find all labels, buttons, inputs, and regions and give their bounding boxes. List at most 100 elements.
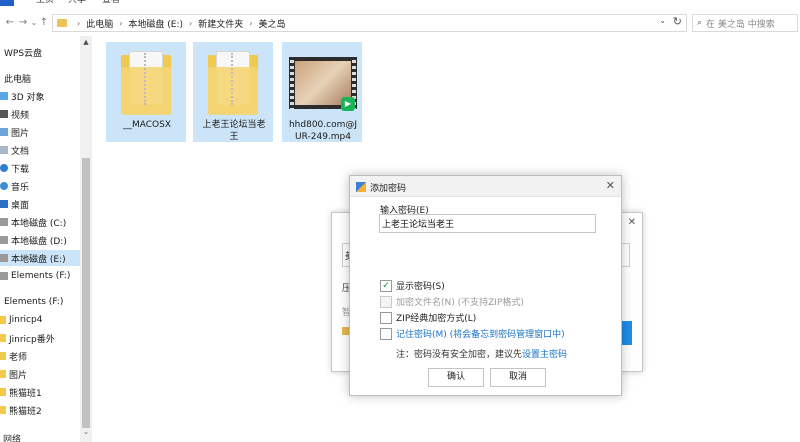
sidebar-item-drive-e[interactable]: 本地磁盘 (E:) (0, 250, 80, 266)
sidebar-item-pictures-f[interactable]: 图片 (0, 366, 27, 382)
set-master-password-link[interactable]: 设置主密码 (522, 350, 567, 360)
option-label: 记住密码(M) (将会备忘到密码管理窗口中) (396, 330, 565, 340)
file-tile-laowang[interactable]: 上老王论坛当老 王 (193, 42, 273, 142)
sidebar-item-panda1[interactable]: 熊猫班1 (0, 384, 42, 400)
drive-icon (0, 272, 8, 280)
refresh-icon[interactable]: ↻ (673, 15, 682, 28)
folder-icon (0, 316, 6, 324)
zip-folder-icon (194, 47, 274, 119)
breadcrumb-this-pc[interactable]: 此电脑 (86, 17, 113, 30)
file-tile-video[interactable]: ▶ hhd800.com@J UR-249.mp4 (282, 42, 362, 142)
dialog-title: 添加密码 (370, 184, 407, 194)
scroll-up-icon[interactable]: ▲ (81, 38, 91, 46)
back-icon[interactable]: ← (4, 16, 16, 30)
sidebar-item-3d-objects[interactable]: 3D 对象 (0, 88, 45, 104)
password-input[interactable] (379, 214, 596, 233)
sidebar-item-downloads[interactable]: 下载 (0, 160, 29, 176)
drive-icon (0, 218, 8, 226)
chevron-right-icon: › (119, 18, 123, 28)
add-password-dialog: 添加密码 ✕ 输入密码(E) ✓ 显示密码(S) 加密文件名(N) (不支持ZI… (349, 175, 622, 396)
folder-icon (57, 19, 67, 27)
zip-folder-icon (107, 47, 187, 119)
file-name: __MACOSX (122, 120, 171, 130)
file-tab[interactable] (0, 0, 14, 6)
chevron-down-icon[interactable]: ⌄ (659, 16, 666, 25)
search-icon: ⌕ (697, 18, 703, 28)
address-bar[interactable]: › 此电脑 › 本地磁盘 (E:) › 新建文件夹 › 美之岛 ⌄ ↻ (52, 14, 687, 32)
breadcrumb-new-folder[interactable]: 新建文件夹 (198, 17, 243, 30)
close-icon[interactable]: ✕ (628, 217, 636, 228)
search-input[interactable]: ⌕ 在 美之岛 中搜索 (692, 14, 798, 32)
video-thumbnail-icon: ▶ (283, 47, 363, 119)
sidebar-item-desktop[interactable]: 桌面 (0, 196, 29, 212)
option-label: 显示密码(S) (396, 282, 445, 292)
cancel-button[interactable]: 取消 (490, 368, 546, 387)
sidebar-item-videos[interactable]: 视频 (0, 106, 29, 122)
zip-classic-option[interactable]: ZIP经典加密方式(L) (380, 311, 476, 324)
folder-icon (0, 370, 6, 378)
search-placeholder: 在 美之岛 中搜索 (706, 19, 775, 30)
chevron-right-icon: › (77, 18, 81, 28)
ok-button[interactable]: 确认 (428, 368, 484, 387)
sidebar-item-drive-d[interactable]: 本地磁盘 (D:) (0, 232, 67, 248)
sidebar-item-jinricp4[interactable]: Jinricp4 (0, 312, 42, 328)
close-icon[interactable]: ✕ (606, 179, 615, 192)
up-icon[interactable]: ↑ (38, 16, 50, 30)
tab-home[interactable]: 主页 (36, 0, 54, 5)
sidebar-item-panda2[interactable]: 熊猫班2 (0, 402, 42, 418)
folder-icon (0, 334, 6, 342)
start-button[interactable] (622, 321, 632, 345)
folder-icon (0, 406, 6, 414)
folder-icon (0, 352, 6, 360)
show-password-option[interactable]: ✓ 显示密码(S) (380, 279, 445, 292)
breadcrumb-current[interactable]: 美之岛 (258, 17, 285, 30)
app-icon (356, 182, 366, 192)
music-icon (0, 182, 8, 190)
desktop-icon (0, 200, 8, 208)
dialog-titlebar: 添加密码 ✕ (350, 176, 621, 197)
navigation-pane: WPS云盘 此电脑 3D 对象 视频 图片 文档 下载 音乐 桌面 本地磁盘 (… (0, 36, 92, 442)
remember-password-option[interactable]: 记住密码(M) (将会备忘到密码管理窗口中) (380, 327, 565, 340)
option-label: ZIP经典加密方式(L) (396, 314, 477, 324)
encrypt-filenames-option: 加密文件名(N) (不支持ZIP格式) (380, 295, 524, 308)
show-password-checkbox[interactable]: ✓ (380, 279, 392, 292)
file-name: 上老王论坛当老 王 (202, 120, 266, 142)
tab-share[interactable]: 共享 (68, 0, 86, 5)
sidebar-item-jinricp-extra[interactable]: Jinricp番外 (0, 330, 55, 346)
security-note: 注：密码没有安全加密，建议先设置主密码 (396, 350, 568, 360)
option-label: 加密文件名(N) (不支持ZIP格式) (396, 298, 524, 308)
ribbon: 主页 共享 查看 (0, 0, 800, 6)
folder-icon (0, 388, 6, 396)
encrypt-filenames-checkbox (380, 295, 392, 308)
zip-classic-checkbox[interactable] (380, 311, 392, 324)
picture-icon (0, 128, 8, 136)
sidebar-item-elements-f-root[interactable]: Elements (F:) (4, 294, 63, 310)
film-icon (0, 110, 8, 118)
document-icon (0, 146, 8, 154)
chevron-right-icon: › (189, 18, 193, 28)
cube-icon (0, 92, 8, 100)
download-icon (0, 164, 8, 172)
breadcrumb-drive-e[interactable]: 本地磁盘 (E:) (128, 17, 183, 30)
drive-icon (0, 254, 8, 262)
remember-password-checkbox[interactable] (380, 327, 392, 340)
sidebar-item-documents[interactable]: 文档 (0, 142, 29, 158)
sidebar-item-pictures[interactable]: 图片 (0, 124, 29, 140)
sidebar-item-elements-f[interactable]: Elements (F:) (0, 268, 70, 284)
scroll-down-icon[interactable]: ⌄ (81, 428, 91, 436)
sidebar-item-network[interactable]: 网络 (3, 432, 21, 442)
sidebar-item-this-pc[interactable]: 此电脑 (4, 70, 31, 86)
file-name: hhd800.com@J UR-249.mp4 (288, 120, 358, 142)
file-tile-macosx[interactable]: __MACOSX (106, 42, 186, 142)
sidebar-item-drive-c[interactable]: 本地磁盘 (C:) (0, 214, 66, 230)
address-row: ← → ⌄ ↑ › 此电脑 › 本地磁盘 (E:) › 新建文件夹 › 美之岛 … (0, 12, 800, 34)
sidebar-item-wps-cloud[interactable]: WPS云盘 (4, 44, 42, 60)
scrollbar-thumb[interactable] (82, 158, 90, 428)
chevron-right-icon: › (249, 18, 253, 28)
tab-view[interactable]: 查看 (102, 0, 120, 5)
drive-icon (0, 236, 8, 244)
sidebar-item-music[interactable]: 音乐 (0, 178, 29, 194)
sidebar-item-teacher[interactable]: 老师 (0, 348, 27, 364)
play-badge-icon: ▶ (341, 97, 355, 111)
sidebar-scrollbar[interactable]: ▲ ⌄ (80, 36, 92, 442)
